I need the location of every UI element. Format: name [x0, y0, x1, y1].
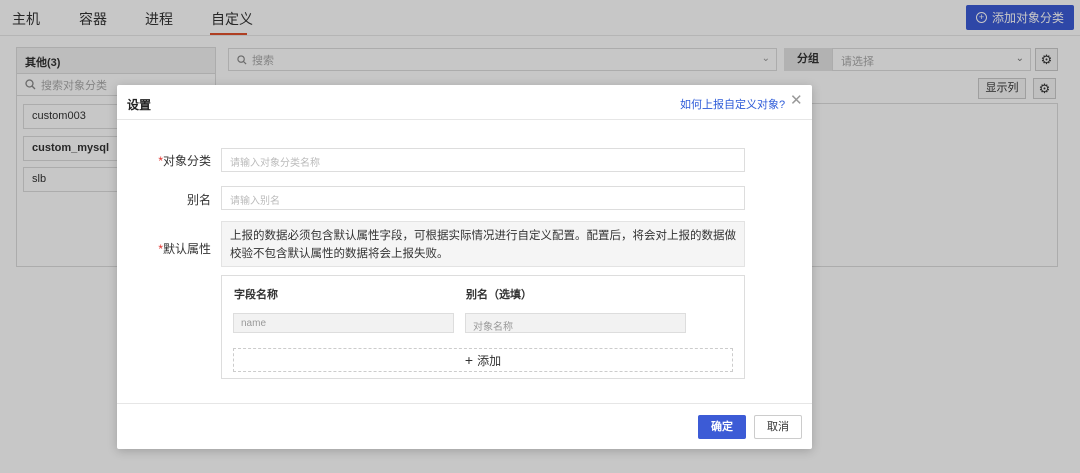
default-attr-label-text: 默认属性	[162, 242, 211, 256]
add-attribute-button[interactable]: + 添加	[233, 348, 733, 372]
category-name-placeholder: 请输入对象分类名称	[230, 158, 320, 169]
plus-icon: +	[464, 352, 474, 368]
default-attr-label: *默认属性	[117, 240, 211, 257]
attribute-table: 字段名称 别名（选填） name 对象名称 + 添加	[221, 275, 745, 379]
confirm-button[interactable]: 确定	[698, 415, 746, 439]
category-label: *对象分类	[117, 152, 211, 169]
category-label-text: 对象分类	[162, 154, 211, 168]
add-attribute-label: 添加	[477, 353, 502, 368]
column-header-field-name: 字段名称	[234, 289, 278, 301]
field-alias-placeholder: 对象名称	[473, 322, 513, 333]
category-name-input[interactable]: 请输入对象分类名称	[221, 148, 745, 172]
column-header-alias: 别名（选填）	[466, 289, 532, 301]
alias-placeholder: 请输入别名	[230, 196, 280, 207]
alias-input[interactable]: 请输入别名	[221, 186, 745, 210]
field-name-value: name	[241, 318, 267, 329]
modal-title: 设置	[127, 98, 152, 112]
settings-modal: 设置 如何上报自定义对象? ✕ *对象分类 请输入对象分类名称 别名 请输入别名…	[117, 85, 812, 449]
alias-label: 别名	[186, 193, 211, 207]
hint-text: 上报的数据必须包含默认属性字段，可根据实际情况进行自定义配置。配置后，将会对上报…	[221, 221, 745, 267]
footer-divider	[117, 403, 812, 404]
close-icon[interactable]: ✕	[790, 93, 803, 108]
help-link[interactable]: 如何上报自定义对象?	[680, 96, 785, 112]
cancel-button[interactable]: 取消	[754, 415, 802, 439]
field-name-input: name	[233, 313, 454, 333]
divider	[117, 119, 812, 120]
field-alias-input[interactable]: 对象名称	[465, 313, 686, 333]
